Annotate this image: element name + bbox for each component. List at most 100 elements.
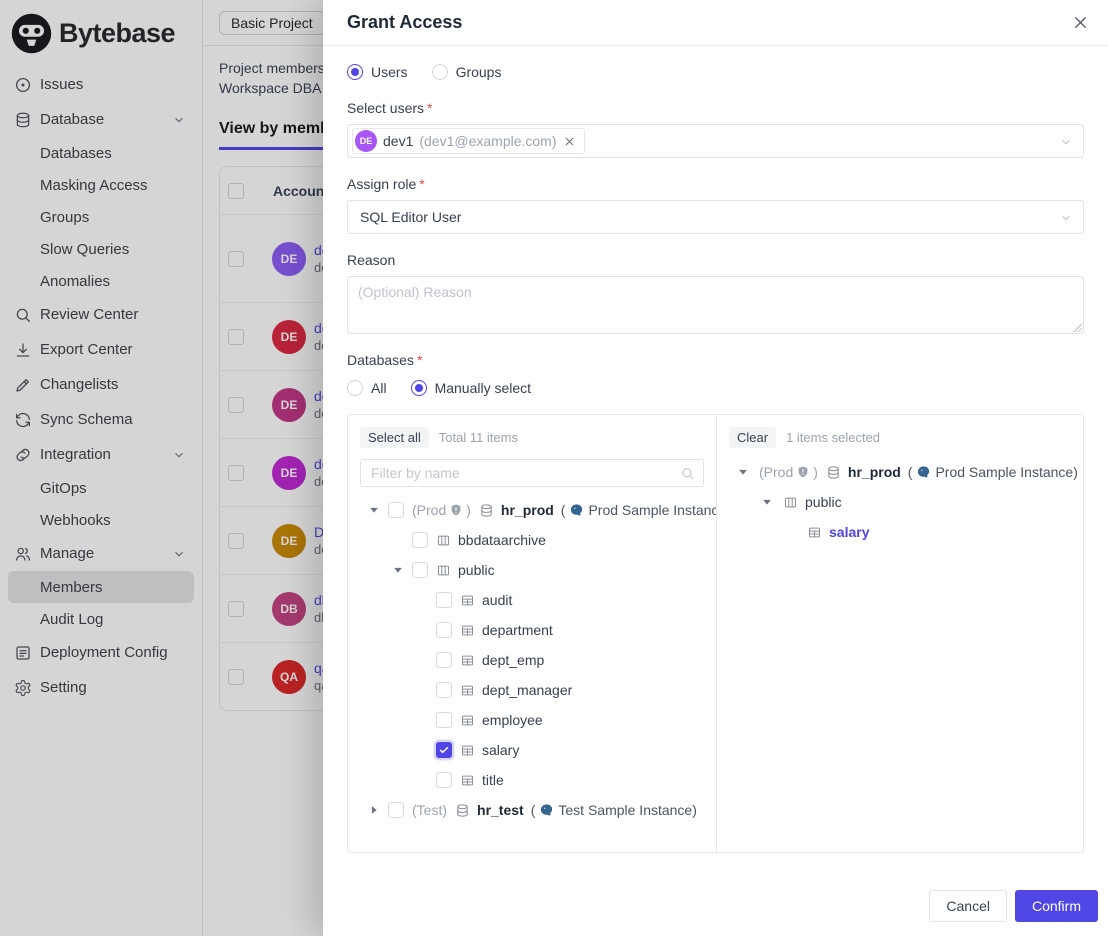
radio-manual-control[interactable] — [411, 380, 427, 396]
scope-radio-group: Users Groups — [347, 62, 1084, 82]
node-name: dept_emp — [482, 652, 544, 668]
reason-field-wrapper — [347, 276, 1084, 334]
table-icon — [460, 743, 475, 758]
tree-node-public[interactable]: public — [360, 555, 704, 585]
modal-title: Grant Access — [347, 12, 462, 33]
source-pane: Select all Total 11 items (Prod) hr_prod (… — [348, 415, 717, 852]
assign-role-select[interactable]: SQL Editor User — [347, 200, 1084, 234]
node-checkbox[interactable] — [436, 712, 452, 728]
database-icon — [479, 503, 494, 518]
collapse-icon[interactable] — [759, 494, 775, 510]
radio-users-control[interactable] — [347, 64, 363, 80]
node-name: hr_test — [477, 802, 524, 818]
node-checkbox[interactable] — [436, 682, 452, 698]
radio-groups[interactable]: Groups — [432, 64, 502, 80]
select-all-button[interactable]: Select all — [360, 427, 429, 448]
table-icon — [460, 623, 475, 638]
environment-label: (Test) — [412, 802, 447, 818]
tree-node-salary[interactable]: salary — [729, 517, 1071, 547]
schema-icon — [783, 495, 798, 510]
modal-header: Grant Access — [323, 0, 1108, 46]
node-name: public — [458, 562, 495, 578]
node-name: dept_manager — [482, 682, 572, 698]
selected-pane-header: Clear 1 items selected — [729, 425, 1071, 449]
environment-label: (Prod) — [412, 502, 471, 518]
node-name: employee — [482, 712, 543, 728]
node-checkbox[interactable] — [436, 772, 452, 788]
postgres-icon — [539, 803, 554, 818]
node-checkbox[interactable] — [412, 562, 428, 578]
grant-access-modal: Grant Access Users Groups Select users* … — [323, 0, 1108, 936]
user-email: (dev1@example.com) — [419, 133, 556, 149]
chevron-down-icon — [1059, 135, 1073, 149]
tree-node-hr_prod[interactable]: (Prod)hr_prod(Prod Sample Instance) — [729, 457, 1071, 487]
node-name: hr_prod — [501, 502, 554, 518]
instance-label: (Prod Sample Instance) — [908, 464, 1078, 480]
remove-user-icon[interactable] — [563, 135, 576, 148]
node-checkbox[interactable] — [388, 802, 404, 818]
radio-users-label: Users — [371, 64, 408, 80]
chevron-down-icon — [1059, 211, 1073, 225]
radio-manual-label: Manually select — [435, 380, 532, 396]
cancel-button[interactable]: Cancel — [929, 890, 1007, 922]
selected-tree: (Prod)hr_prod(Prod Sample Instance) publi… — [729, 457, 1071, 547]
tree-node-dept_emp[interactable]: dept_emp — [360, 645, 704, 675]
tree-node-dept_manager[interactable]: dept_manager — [360, 675, 704, 705]
tree-node-department[interactable]: department — [360, 615, 704, 645]
databases-radio-group: All Manually select — [347, 378, 1084, 398]
selected-items-count: 1 items selected — [786, 430, 880, 445]
postgres-icon — [569, 503, 584, 518]
filter-field — [360, 459, 704, 487]
database-transfer-panel: Select all Total 11 items (Prod)hr_prod(… — [347, 414, 1084, 853]
table-icon — [460, 773, 475, 788]
radio-all-control[interactable] — [347, 380, 363, 396]
reason-input[interactable] — [348, 277, 1083, 333]
tree-node-bbdataarchive[interactable]: bbdataarchive — [360, 525, 704, 555]
node-name: department — [482, 622, 553, 638]
confirm-button[interactable]: Confirm — [1015, 890, 1098, 922]
tree-node-hr_prod[interactable]: (Prod)hr_prod(Prod Sample Instance) — [360, 495, 704, 525]
node-name: hr_prod — [848, 464, 901, 480]
close-icon[interactable] — [1071, 13, 1090, 32]
resize-handle[interactable] — [1071, 321, 1082, 332]
radio-groups-control[interactable] — [432, 64, 448, 80]
collapse-icon[interactable] — [366, 502, 382, 518]
expand-icon[interactable] — [366, 802, 382, 818]
node-checkbox[interactable] — [436, 742, 452, 758]
clear-button[interactable]: Clear — [729, 427, 776, 448]
filter-input[interactable] — [371, 465, 680, 481]
tree-node-public[interactable]: public — [729, 487, 1071, 517]
node-name: title — [482, 772, 504, 788]
node-name: salary — [829, 524, 869, 540]
search-icon — [680, 466, 695, 481]
tree-node-hr_test[interactable]: (Test)hr_test(Test Sample Instance) — [360, 795, 704, 825]
tree-node-employee[interactable]: employee — [360, 705, 704, 735]
table-icon — [460, 713, 475, 728]
tree-node-title[interactable]: title — [360, 765, 704, 795]
node-name: public — [805, 494, 842, 510]
user-name: dev1 — [383, 133, 413, 149]
total-items-count: Total 11 items — [439, 430, 518, 445]
tree-node-salary[interactable]: salary — [360, 735, 704, 765]
shield-icon — [449, 503, 463, 517]
node-checkbox[interactable] — [436, 652, 452, 668]
databases-label: Databases* — [347, 352, 1084, 368]
source-pane-header: Select all Total 11 items — [360, 425, 704, 449]
radio-users[interactable]: Users — [347, 64, 408, 80]
select-users-input[interactable]: DE dev1 (dev1@example.com) — [347, 124, 1084, 158]
node-checkbox[interactable] — [436, 622, 452, 638]
node-checkbox[interactable] — [412, 532, 428, 548]
assign-role-value: SQL Editor User — [352, 209, 461, 225]
radio-groups-label: Groups — [456, 64, 502, 80]
tree-node-audit[interactable]: audit — [360, 585, 704, 615]
check-icon — [438, 744, 450, 756]
collapse-icon[interactable] — [735, 464, 751, 480]
radio-manually-select[interactable]: Manually select — [411, 380, 532, 396]
node-checkbox[interactable] — [436, 592, 452, 608]
radio-all-databases[interactable]: All — [347, 380, 387, 396]
node-checkbox[interactable] — [388, 502, 404, 518]
collapse-icon[interactable] — [390, 562, 406, 578]
table-icon — [807, 525, 822, 540]
table-icon — [460, 593, 475, 608]
schema-icon — [436, 533, 451, 548]
